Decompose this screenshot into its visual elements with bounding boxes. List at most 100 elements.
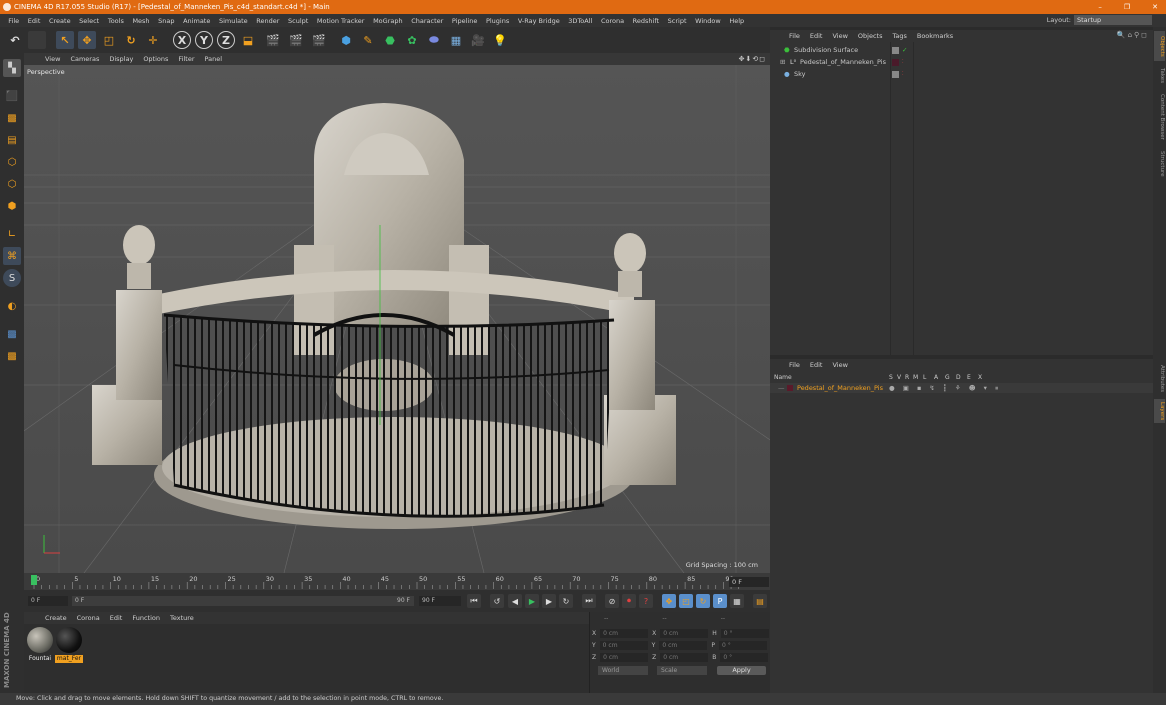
menu-file[interactable]: File [4, 17, 23, 25]
deformer-icon[interactable]: ⬬ [425, 31, 443, 49]
floor-scene-icon[interactable]: ▦ [447, 31, 465, 49]
menu-window[interactable]: Window [691, 17, 725, 25]
live-selection-icon[interactable]: ↖ [56, 31, 74, 49]
scale-key-icon[interactable]: ◰ [679, 594, 693, 608]
menu-help[interactable]: Help [725, 17, 748, 25]
texture-mode-icon[interactable]: ▩ [3, 109, 21, 127]
record-keys-icon[interactable]: ⊘ [605, 594, 619, 608]
size-z-field[interactable]: 0 cm [660, 652, 709, 662]
scale-tool-icon[interactable]: ◰ [100, 31, 118, 49]
layer-flag-icons[interactable]: ● ▣ ▪ ↯ ┇ ⚘ ☻ ▾ ⏸ [889, 383, 1001, 393]
expand-tree-icon[interactable]: ⊞ [780, 57, 785, 68]
menu-script[interactable]: Script [663, 17, 690, 25]
viewport-menu-display[interactable]: Display [104, 55, 138, 63]
rotation-key-icon[interactable]: ↻ [696, 594, 710, 608]
restore-icon[interactable]: ❐ [1124, 0, 1130, 14]
menu-3dtoall[interactable]: 3DToAll [564, 17, 597, 25]
menu-select[interactable]: Select [75, 17, 104, 25]
tweak-mode-icon[interactable]: ⌘ [3, 247, 21, 265]
coordinate-mode-dropdown[interactable]: World [598, 666, 648, 675]
go-to-end-icon[interactable]: ⏭ [582, 594, 596, 608]
menu-snap[interactable]: Snap [154, 17, 179, 25]
menu-render[interactable]: Render [252, 17, 284, 25]
sky-visibility-dots-icon[interactable]: ⁚ [902, 69, 904, 80]
enabled-check-icon[interactable]: ✓ [902, 45, 907, 56]
material-menu-edit[interactable]: Edit [105, 614, 128, 622]
material-swatch-mat-fer[interactable] [56, 627, 82, 653]
y-axis-lock-button[interactable]: Y [195, 31, 213, 49]
rotation-b-field[interactable]: 0 ° [720, 652, 769, 662]
redo-icon[interactable] [28, 31, 46, 49]
material-menu-create[interactable]: Create [40, 614, 72, 622]
viewport-menu-cameras[interactable]: Cameras [65, 55, 104, 63]
visibility-dots-icon[interactable]: ⁚ [902, 57, 904, 68]
perspective-viewport[interactable]: Perspective Grid Spacing : 100 cm [24, 65, 770, 573]
menu-sculpt[interactable]: Sculpt [284, 17, 313, 25]
close-icon[interactable]: ✕ [1152, 0, 1158, 14]
material-menu-corona[interactable]: Corona [72, 614, 105, 622]
axis-mode-icon[interactable]: ∟ [3, 225, 21, 243]
start-frame-field[interactable]: 0 F [28, 596, 68, 606]
timeline-window-icon[interactable]: ▤ [753, 594, 767, 608]
tab-content-browser[interactable]: Content Browser [1154, 91, 1165, 143]
menu-pipeline[interactable]: Pipeline [448, 17, 482, 25]
frame-range-slider[interactable]: 0 F 90 F [72, 596, 414, 606]
tab-takes[interactable]: Takes [1154, 65, 1165, 87]
sky-visibility-toggle-icon[interactable] [892, 71, 899, 78]
menu-character[interactable]: Character [407, 17, 448, 25]
go-to-start-icon[interactable]: ⏮ [467, 594, 481, 608]
points-mode-icon[interactable]: ⬡ [3, 153, 21, 171]
tab-attributes[interactable]: Attributes [1154, 361, 1165, 397]
menu-plugins[interactable]: Plugins [482, 17, 514, 25]
menu-mesh[interactable]: Mesh [128, 17, 154, 25]
render-picture-viewer-icon[interactable]: 🎬 [287, 31, 305, 49]
menu-mograph[interactable]: MoGraph [369, 17, 407, 25]
menu-animate[interactable]: Animate [179, 17, 215, 25]
light-icon[interactable]: 💡 [491, 31, 509, 49]
material-swatch-fountain[interactable] [27, 627, 53, 653]
object-row-pedestal[interactable]: ⊞ L⁰ Pedestal_of_Manneken_Pis ⁚ [770, 57, 1153, 68]
workplane-lock-icon[interactable]: ▩ [3, 325, 21, 343]
cloner-icon[interactable]: ✿ [403, 31, 421, 49]
max-frame-field[interactable]: 90 F [419, 596, 461, 606]
rotation-p-field[interactable]: 0 ° [718, 640, 767, 650]
parameter-key-icon[interactable]: P [713, 594, 727, 608]
model-mode-icon[interactable]: ⬛ [3, 87, 21, 105]
menu-simulate[interactable]: Simulate [215, 17, 252, 25]
playhead[interactable] [31, 575, 37, 585]
timeline-end-frame-field[interactable]: 0 F [729, 577, 769, 587]
tab-objects[interactable]: Objects [1154, 31, 1165, 61]
x-axis-lock-button[interactable]: X [173, 31, 191, 49]
cube-primitive-icon[interactable]: ⬢ [337, 31, 355, 49]
snap-icon[interactable]: S [3, 269, 21, 287]
undo-icon[interactable]: ↶ [6, 31, 24, 49]
workplane-mode-icon[interactable]: ▤ [3, 131, 21, 149]
viewport-menu-options[interactable]: Options [138, 55, 173, 63]
play-icon[interactable]: ▶ [525, 594, 539, 608]
material-menu-function[interactable]: Function [127, 614, 165, 622]
keyframe-selection-icon[interactable]: ? [639, 594, 653, 608]
layer-menu-file[interactable]: File [784, 361, 805, 369]
menu-motion-tracker[interactable]: Motion Tracker [313, 17, 369, 25]
layer-menu-edit[interactable]: Edit [805, 361, 828, 369]
viewport-menu-view[interactable]: View [40, 55, 65, 63]
object-manager-search-icon[interactable]: 🔍⌂⚲◻ [1117, 31, 1149, 39]
magnet-icon[interactable]: ◐ [3, 297, 21, 315]
move-tool-icon[interactable]: ✥ [78, 31, 96, 49]
layer-menu-view[interactable]: View [827, 361, 852, 369]
object-menu-tags[interactable]: Tags [887, 32, 911, 40]
recent-tool-icon[interactable]: ✛ [144, 31, 162, 49]
position-key-icon[interactable]: ✥ [662, 594, 676, 608]
camera-icon[interactable]: 🎥 [469, 31, 487, 49]
next-frame-icon[interactable]: ▶ [542, 594, 556, 608]
layer-expand-icon[interactable]: — [778, 383, 785, 393]
visibility-toggle-icon[interactable] [892, 47, 899, 54]
object-menu-objects[interactable]: Objects [853, 32, 888, 40]
polygons-mode-icon[interactable]: ⬢ [3, 197, 21, 215]
subdivision-surface-icon[interactable]: ⬣ [381, 31, 399, 49]
position-y-field[interactable]: 0 cm [599, 640, 648, 650]
material-menu-texture[interactable]: Texture [165, 614, 199, 622]
position-z-field[interactable]: 0 cm [600, 652, 649, 662]
layer-color-swatch[interactable] [892, 59, 899, 66]
rotation-h-field[interactable]: 0 ° [720, 628, 769, 638]
